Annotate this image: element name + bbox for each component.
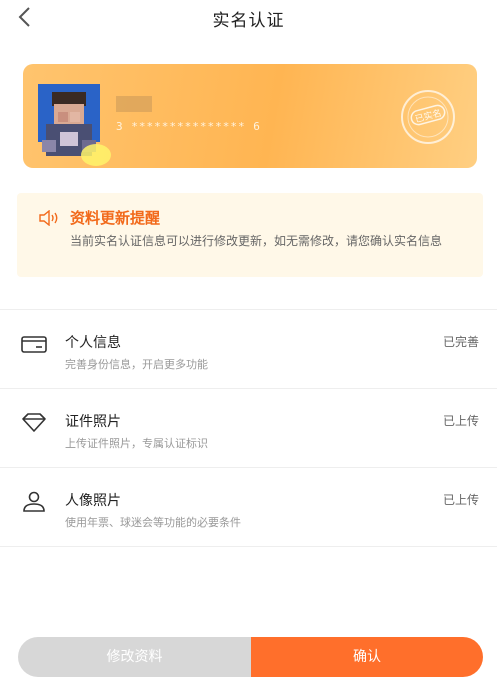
header-bar: 实名认证: [0, 0, 497, 38]
modify-info-button[interactable]: 修改资料: [18, 637, 251, 677]
item-title: 个人信息: [65, 335, 121, 351]
notice-text: 当前实名认证信息可以进行修改更新，如无需修改，请您确认实名信息: [70, 234, 443, 248]
status-badge: 已完善: [442, 335, 479, 349]
list-item-id-photo[interactable]: 证件照片 上传证件照片，专属认证标识 已上传: [0, 390, 497, 466]
item-desc: 使用年票、球迷会等功能的必要条件: [65, 516, 241, 529]
item-desc: 上传证件照片，专属认证标识: [65, 437, 208, 450]
item-title: 人像照片: [65, 493, 121, 509]
card-icon: [21, 336, 47, 353]
card-glow: [81, 144, 111, 166]
user-icon: [23, 491, 45, 512]
confirm-button[interactable]: 确认: [251, 637, 483, 677]
diamond-icon: [22, 413, 46, 432]
notice-banner: 资料更新提醒 当前实名认证信息可以进行修改更新，如无需修改，请您确认实名信息: [17, 193, 483, 277]
id-number: 3 *************** 6: [116, 120, 261, 133]
item-title: 证件照片: [65, 414, 121, 430]
name-mask: [116, 96, 152, 112]
item-divider: [0, 388, 497, 389]
page-title: 实名认证: [212, 11, 285, 31]
id-card: 3 *************** 6 已实名: [23, 64, 477, 168]
notice-title: 资料更新提醒: [70, 209, 161, 227]
list-item-portrait-photo[interactable]: 人像照片 使用年票、球迷会等功能的必要条件 已上传: [0, 469, 497, 545]
status-badge: 已上传: [442, 414, 479, 428]
section-divider: [0, 309, 497, 310]
status-badge: 已上传: [442, 493, 479, 507]
speaker-icon: [39, 210, 58, 226]
list-item-personal-info[interactable]: 个人信息 完善身份信息，开启更多功能 已完善: [0, 311, 497, 387]
verified-stamp: 已实名: [397, 86, 459, 148]
item-divider: [0, 467, 497, 468]
section-divider: [0, 546, 497, 547]
item-desc: 完善身份信息，开启更多功能: [65, 358, 208, 371]
